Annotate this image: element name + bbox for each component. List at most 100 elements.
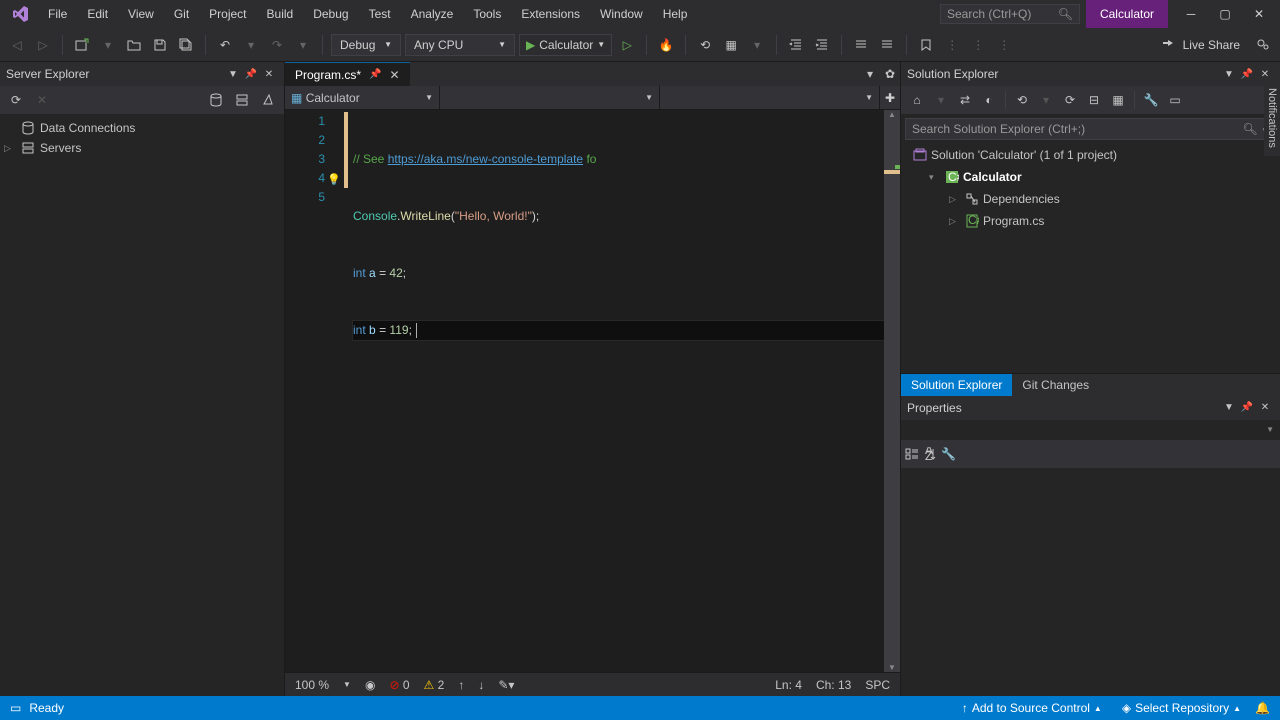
nav-up-icon[interactable]: ↑ xyxy=(458,678,464,692)
warning-icon[interactable]: ⚠ xyxy=(424,678,435,692)
redo-button[interactable]: ↷ xyxy=(266,34,288,56)
zoom-level[interactable]: 100 % xyxy=(295,678,329,692)
browser-link-icon[interactable]: ⟲ xyxy=(694,34,716,56)
dependencies-node[interactable]: ▷ Dependencies xyxy=(901,188,1280,210)
issues-health-icon[interactable]: ◉ xyxy=(365,678,375,692)
menu-window[interactable]: Window xyxy=(590,3,653,25)
collapse-all-icon[interactable]: ⊟ xyxy=(1084,90,1104,110)
azure-icon[interactable] xyxy=(258,90,278,110)
menu-view[interactable]: View xyxy=(118,3,164,25)
menu-analyze[interactable]: Analyze xyxy=(401,3,464,25)
program-file-node[interactable]: ▷ C# Program.cs xyxy=(901,210,1280,232)
tree-item-servers[interactable]: ▷ Servers xyxy=(0,138,284,158)
tab-git-changes[interactable]: Git Changes xyxy=(1012,374,1099,396)
nav-down-icon[interactable]: ↓ xyxy=(478,678,484,692)
alphabetical-icon[interactable]: AZ xyxy=(923,447,937,461)
menu-git[interactable]: Git xyxy=(164,3,199,25)
bookmark-icon[interactable] xyxy=(915,34,937,56)
notifications-bell-icon[interactable]: 🔔 xyxy=(1255,701,1270,715)
dropdown-icon[interactable]: ▾ xyxy=(931,90,951,110)
refresh-icon[interactable]: ⟳ xyxy=(1060,90,1080,110)
connect-server-icon[interactable] xyxy=(232,90,252,110)
platform-combo[interactable]: Any CPU▼ xyxy=(405,34,515,56)
menu-debug[interactable]: Debug xyxy=(303,3,358,25)
dropdown-icon[interactable]: ▾ xyxy=(97,34,119,56)
dropdown-icon[interactable]: ▼ xyxy=(1266,425,1274,434)
close-icon[interactable]: ✕ xyxy=(260,65,278,83)
lightbulb-icon[interactable]: 💡 xyxy=(327,171,341,190)
menu-extensions[interactable]: Extensions xyxy=(511,3,590,25)
dropdown-icon[interactable]: ▾ xyxy=(1036,90,1056,110)
live-share-icon[interactable] xyxy=(1157,34,1179,56)
start-without-debug-button[interactable]: ▷ xyxy=(616,34,638,56)
tree-item-data-connections[interactable]: Data Connections xyxy=(0,118,284,138)
pin-icon[interactable]: 📌 xyxy=(242,65,260,83)
solution-node[interactable]: Solution 'Calculator' (1 of 1 project) xyxy=(901,144,1280,166)
feedback-icon[interactable] xyxy=(1252,34,1274,56)
dropdown-icon[interactable]: ▾ xyxy=(746,34,768,56)
undo-button[interactable]: ↶ xyxy=(214,34,236,56)
minimize-button[interactable]: ─ xyxy=(1174,0,1208,28)
select-repository-button[interactable]: ◈ Select Repository ▲ xyxy=(1116,701,1247,715)
pin-icon[interactable]: 📌 xyxy=(1238,399,1256,417)
menu-project[interactable]: Project xyxy=(199,3,256,25)
project-combo[interactable]: ▦ Calculator▼ xyxy=(285,86,440,109)
outdent-icon[interactable] xyxy=(785,34,807,56)
start-debugging-button[interactable]: ▶ Calculator ▼ xyxy=(519,34,612,56)
chevron-right-icon[interactable]: ▷ xyxy=(949,194,961,205)
refresh-icon[interactable]: ⟳ xyxy=(6,90,26,110)
dropdown-icon[interactable]: ▼ xyxy=(343,680,351,689)
settings-icon[interactable]: ✿ xyxy=(880,64,900,84)
open-file-button[interactable] xyxy=(123,34,145,56)
comment-icon[interactable] xyxy=(850,34,872,56)
indent-icon[interactable] xyxy=(811,34,833,56)
properties-icon[interactable]: 🔧 xyxy=(1141,90,1161,110)
stop-icon[interactable]: ✕ xyxy=(32,90,52,110)
dropdown-icon[interactable]: ▼ xyxy=(1220,399,1238,417)
nav-back-button[interactable]: ◁ xyxy=(6,34,28,56)
wrench-icon[interactable]: 🔧 xyxy=(941,447,956,461)
hot-reload-icon[interactable]: 🔥 xyxy=(655,34,677,56)
close-icon[interactable]: ✕ xyxy=(389,68,399,82)
pin-icon[interactable]: 📌 xyxy=(369,69,381,80)
menu-help[interactable]: Help xyxy=(653,3,698,25)
save-button[interactable] xyxy=(149,34,171,56)
save-all-button[interactable] xyxy=(175,34,197,56)
pending-changes-icon[interactable]: ◐ xyxy=(979,90,999,110)
maximize-button[interactable]: ▢ xyxy=(1208,0,1242,28)
menu-test[interactable]: Test xyxy=(359,3,401,25)
error-icon[interactable]: ⊘ xyxy=(389,678,399,692)
new-project-button[interactable] xyxy=(71,34,93,56)
code-editor[interactable]: // See https://aka.ms/new-console-templa… xyxy=(349,110,884,672)
dropdown-icon[interactable]: ▾ xyxy=(292,34,314,56)
categorized-icon[interactable] xyxy=(905,447,919,461)
pin-icon[interactable]: 📌 xyxy=(1238,65,1256,83)
member-combo[interactable]: ▼ xyxy=(660,86,880,109)
pen-icon[interactable]: ✎▾ xyxy=(498,678,514,692)
switch-views-icon[interactable]: ⇄ xyxy=(955,90,975,110)
notifications-tab[interactable]: Notifications xyxy=(1264,80,1280,156)
preview-icon[interactable]: ▭ xyxy=(1165,90,1185,110)
dropdown-icon[interactable]: ▾ xyxy=(860,64,880,84)
close-icon[interactable]: ✕ xyxy=(1256,399,1274,417)
project-node[interactable]: ▾ C# Calculator xyxy=(901,166,1280,188)
close-button[interactable]: ✕ xyxy=(1242,0,1276,28)
toolbar-icon[interactable]: ⋮ xyxy=(967,34,989,56)
find-in-files-icon[interactable]: ▦ xyxy=(720,34,742,56)
add-source-control-button[interactable]: ↑ Add to Source Control ▲ xyxy=(956,701,1108,715)
dropdown-icon[interactable]: ▾ xyxy=(240,34,262,56)
toolbar-icon[interactable]: ⋮ xyxy=(941,34,963,56)
chevron-right-icon[interactable]: ▷ xyxy=(4,143,16,154)
menu-file[interactable]: File xyxy=(38,3,77,25)
chevron-right-icon[interactable]: ▷ xyxy=(949,216,961,227)
tab-solution-explorer[interactable]: Solution Explorer xyxy=(901,374,1012,396)
output-icon[interactable]: ▭ xyxy=(10,701,21,715)
vertical-scrollbar[interactable]: ▲ ▼ xyxy=(884,110,900,672)
type-combo[interactable]: ▼ xyxy=(440,86,660,109)
split-icon[interactable]: ✚ xyxy=(880,86,900,109)
menu-build[interactable]: Build xyxy=(257,3,304,25)
menu-edit[interactable]: Edit xyxy=(77,3,118,25)
indent-mode[interactable]: SPC xyxy=(865,678,890,692)
menu-tools[interactable]: Tools xyxy=(463,3,511,25)
sync-icon[interactable]: ⟲ xyxy=(1012,90,1032,110)
